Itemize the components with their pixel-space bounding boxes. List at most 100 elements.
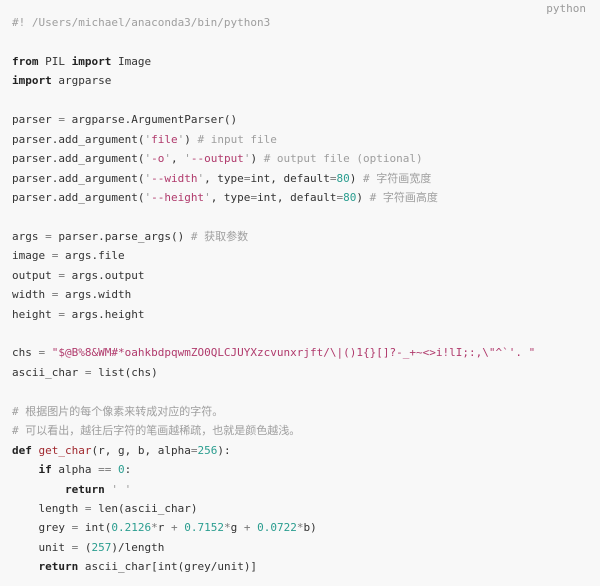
code-line: return ' ' — [12, 480, 600, 499]
token-quote: ' ' — [111, 482, 132, 496]
token-number: 0.0722 — [257, 521, 297, 535]
token-code-text: args.file — [58, 249, 125, 263]
token-code-text: ): — [217, 443, 231, 457]
token-number: 80 — [343, 190, 357, 204]
token-code-text: args.height — [64, 307, 145, 321]
token-code-text: length — [12, 501, 85, 515]
code-line: parser.add_argument('--height', type=int… — [12, 188, 600, 207]
token-operator: = — [45, 229, 52, 243]
code-line: unit = (257)/length — [12, 538, 600, 557]
token-string: "$@B%8&WM#*oahkbdpqwmZO0QLCJUYXzcvunxrjf… — [51, 346, 536, 360]
code-line: from PIL import Image — [12, 52, 600, 71]
token-code-text: image — [12, 249, 52, 263]
token-code-text: parser.add_argument( — [12, 152, 145, 166]
token-code-text: alpha — [51, 463, 99, 477]
token-keyword: return — [38, 560, 79, 574]
token-code-text — [45, 346, 52, 359]
token-number: 0.7152 — [184, 521, 224, 535]
token-comment: #! /Users/michael/anaconda3/bin/python3 — [12, 16, 271, 29]
token-code-text: parser.add_argument( — [12, 190, 145, 204]
code-line: # 可以看出，越往后字符的笔画越稀疏，也就是颜色越浅。 — [12, 421, 600, 440]
token-comment: # 获取参数 — [190, 229, 249, 243]
token-code-text: int, default — [257, 190, 337, 204]
code-line: image = args.file — [12, 246, 600, 265]
token-quote: ' — [164, 152, 171, 166]
token-code-text: ascii_char[int(grey/unit)] — [78, 560, 258, 574]
code-content[interactable]: #! /Users/michael/anaconda3/bin/python3 f… — [12, 13, 600, 577]
token-string: --width — [151, 171, 198, 185]
code-line: #! /Users/michael/anaconda3/bin/python3 — [12, 13, 600, 32]
token-quote: ' — [184, 152, 191, 166]
token-code-text: ascii_char — [12, 365, 85, 379]
token-number: 80 — [336, 171, 350, 185]
token-operator: = — [58, 307, 65, 321]
code-line: parser.add_argument('-o', '--output') # … — [12, 149, 600, 168]
token-keyword: if — [38, 463, 52, 477]
language-label: python — [546, 2, 586, 15]
token-quote: ' — [204, 190, 211, 204]
code-line: parser.add_argument('file') # input file — [12, 130, 600, 149]
token-comment: # 根据图片的每个像素来转成对应的字符。 — [12, 404, 224, 418]
token-code-text — [12, 463, 39, 476]
token-keyword: import — [12, 74, 52, 88]
token-code-text — [32, 444, 39, 457]
code-line: height = args.height — [12, 305, 600, 324]
token-keyword: def — [12, 443, 32, 457]
code-line: chs = "$@B%8&WM#*oahkbdpqwmZO0QLCJUYXzcv… — [12, 343, 600, 362]
token-code-text — [111, 463, 118, 476]
code-line: parser = argparse.ArgumentParser() — [12, 110, 600, 129]
token-comment: # input file — [197, 132, 277, 146]
code-line: width = args.width — [12, 285, 600, 304]
code-line: parser.add_argument('--width', type=int,… — [12, 169, 600, 188]
token-code-text: g — [230, 521, 244, 535]
code-line: def get_char(r, g, b, alpha=256): — [12, 441, 600, 460]
token-code-text: argparse — [51, 74, 112, 88]
token-code-text: output — [12, 268, 59, 282]
code-line: if alpha == 0: — [12, 460, 600, 479]
token-code-text — [12, 483, 65, 496]
token-code-text: grey — [12, 521, 72, 535]
token-code-text: argparse.ArgumentParser() — [64, 113, 238, 127]
token-code-text: ) — [349, 171, 364, 185]
token-code-text: width — [12, 288, 52, 302]
token-code-text: parser.parse_args() — [51, 229, 191, 243]
token-code-text: PIL — [38, 54, 72, 68]
token-code-text: height — [12, 307, 59, 321]
token-code-text: args.output — [64, 268, 145, 282]
token-code-text: b) — [303, 521, 317, 535]
token-code-text: (r, g, b, alpha — [91, 443, 191, 457]
token-comment: # 字符画宽度 — [363, 171, 432, 185]
code-line: ascii_char = list(chs) — [12, 363, 600, 382]
token-code-text: parser.add_argument( — [12, 171, 145, 185]
code-line: # 根据图片的每个像素来转成对应的字符。 — [12, 402, 600, 421]
token-string: --output — [190, 152, 244, 166]
token-comment: # 可以看出，越往后字符的笔画越稀疏，也就是颜色越浅。 — [12, 424, 301, 438]
code-line: import argparse — [12, 71, 600, 90]
token-operator: = — [329, 171, 337, 185]
token-code-text: chs — [12, 346, 39, 360]
token-code-text: ( — [78, 540, 92, 554]
token-string: --height — [151, 190, 205, 204]
token-code-text: Image — [111, 54, 152, 68]
token-code-text — [12, 560, 39, 573]
token-code-text: int( — [78, 521, 112, 535]
token-operator: == — [98, 463, 112, 477]
token-number: 257 — [91, 540, 112, 554]
token-code-text: args — [12, 229, 46, 243]
code-line: grey = int(0.2126*r + 0.7152*g + 0.0722*… — [12, 518, 600, 537]
token-code-text: unit — [12, 540, 72, 554]
token-code-text: parser — [12, 113, 59, 127]
token-keyword: return — [64, 482, 105, 496]
token-code-text: ) — [356, 190, 370, 204]
code-line: output = args.output — [12, 266, 600, 285]
token-operator: * — [223, 521, 231, 535]
token-code-text: , type — [204, 171, 244, 185]
code-line: return ascii_char[int(grey/unit)] — [12, 557, 600, 576]
token-code-text: : — [124, 463, 132, 477]
token-operator: = — [58, 268, 65, 282]
token-number: 0 — [117, 463, 125, 477]
token-function-name: get_char — [38, 443, 92, 457]
